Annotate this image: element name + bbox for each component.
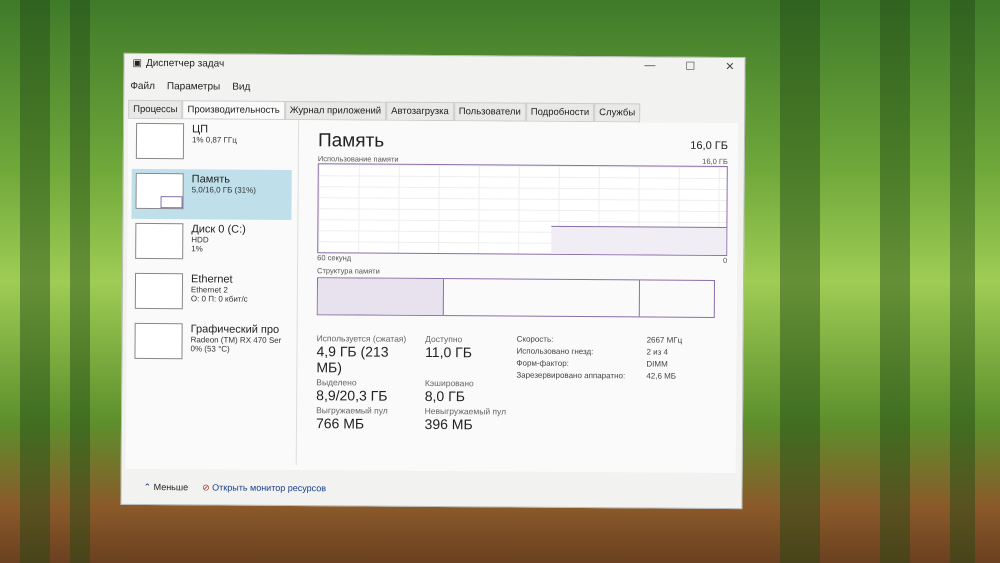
stat-value: 4,9 ГБ (213 МБ) xyxy=(316,343,389,376)
item-sub: 1% 0,87 ГГц xyxy=(191,135,237,145)
stat-value: 8,9/20,3 ГБ xyxy=(316,387,388,404)
prop-label: Скорость: xyxy=(516,334,554,344)
item-name: Память xyxy=(191,173,231,186)
sidebar-item-disk[interactable]: Диск 0 (C:) HDD 1% xyxy=(131,219,291,270)
app-icon: ▣ xyxy=(132,57,143,69)
stat-label: Используется (сжатая) xyxy=(316,333,407,344)
item-sub: 0% (53 °C) xyxy=(190,344,230,354)
tab-app-history[interactable]: Журнал приложений xyxy=(284,100,387,120)
item-sub: Ethernet 2 xyxy=(190,285,228,295)
item-sub: 5,0/16,0 ГБ (31%) xyxy=(191,185,256,195)
item-sub: 1% xyxy=(191,244,203,254)
free-segment xyxy=(640,280,714,317)
tab-details[interactable]: Подробности xyxy=(525,102,595,122)
fewer-details-button[interactable]: ⌃ Меньше xyxy=(144,482,189,493)
menu-file[interactable]: Файл xyxy=(130,81,155,92)
disk-thumbnail xyxy=(135,222,184,260)
minimize-button[interactable]: — xyxy=(644,59,655,72)
time-label: 60 секунд xyxy=(317,253,352,263)
standby-segment xyxy=(443,279,641,317)
sidebar-item-cpu[interactable]: ЦП 1% 0,87 ГГц xyxy=(132,119,292,170)
tab-services[interactable]: Службы xyxy=(594,103,641,122)
fewer-details-label: Меньше xyxy=(153,482,189,493)
stat-value: 766 МБ xyxy=(315,415,365,432)
tab-performance[interactable]: Производительность xyxy=(182,100,285,119)
tab-users[interactable]: Пользователи xyxy=(453,102,526,121)
stat-label: Доступно xyxy=(425,333,463,345)
gpu-thumbnail xyxy=(134,322,183,360)
stat-label: Кэшировано xyxy=(424,377,474,389)
memory-usage-graph xyxy=(317,163,728,257)
menu-view[interactable]: Вид xyxy=(232,82,250,93)
task-manager-window: ▣ Диспетчер задач — ☐ ✕ Файл Параметры Вид … xyxy=(120,52,746,510)
total-memory: 16,0 ГБ xyxy=(690,139,728,153)
memory-usage-fill xyxy=(550,225,727,256)
resource-monitor-label: Открыть монитор ресурсов xyxy=(212,482,327,494)
ethernet-thumbnail xyxy=(134,272,184,310)
stat-value: 8,0 ГБ xyxy=(424,387,465,405)
prop-label: Использовано гнезд: xyxy=(516,346,594,357)
in-use-segment xyxy=(317,278,445,316)
stat-value: 396 МБ xyxy=(424,415,473,433)
prop-value: DIMM xyxy=(646,359,668,369)
memory-structure-bar xyxy=(316,277,716,318)
menu-options[interactable]: Параметры xyxy=(167,81,220,92)
tab-startup[interactable]: Автозагрузка xyxy=(386,101,454,121)
item-name: Диск 0 (C:) xyxy=(191,223,246,236)
item-name: ЦП xyxy=(192,123,209,136)
prop-value: 2667 МГц xyxy=(646,335,683,345)
sidebar-item-ethernet[interactable]: Ethernet Ethernet 2 О: 0 П: 0 кбит/с xyxy=(131,269,291,320)
stat-label: Выгружаемый пул xyxy=(316,405,388,416)
stat-label: Невыгружаемый пул xyxy=(424,405,507,417)
resource-monitor-icon: ⊘ xyxy=(202,482,210,493)
open-resource-monitor-link[interactable]: ⊘ Открыть монитор ресурсов xyxy=(202,482,326,494)
usage-max: 16,0 ГБ xyxy=(702,156,728,167)
sidebar-item-gpu[interactable]: Графический про Radeon (TM) RX 470 Ser 0% … xyxy=(130,319,290,370)
chevron-up-icon: ⌃ xyxy=(143,481,152,493)
tab-processes[interactable]: Процессы xyxy=(128,99,183,119)
page-title: Память xyxy=(317,130,385,152)
item-sub: О: 0 П: 0 кбит/с xyxy=(190,294,248,304)
zero-label: 0 xyxy=(722,256,728,266)
stat-label: Выделено xyxy=(316,377,357,388)
window-title: Диспетчер задач xyxy=(145,57,225,70)
prop-label: Зарезервировано аппаратно: xyxy=(516,370,626,381)
prop-value: 42,6 МБ xyxy=(646,371,677,381)
close-button[interactable]: ✕ xyxy=(725,60,734,73)
item-name: Ethernet xyxy=(190,273,233,286)
item-sub: HDD xyxy=(191,235,209,245)
prop-label: Форм-фактор: xyxy=(516,358,569,368)
cpu-thumbnail xyxy=(135,122,185,160)
prop-value: 2 из 4 xyxy=(646,347,669,357)
sidebar-item-memory[interactable]: Память 5,0/16,0 ГБ (31%) xyxy=(131,168,292,221)
structure-label: Структура памяти xyxy=(317,266,380,276)
maximize-button[interactable]: ☐ xyxy=(685,60,695,73)
item-name: Графический про xyxy=(190,323,280,336)
memory-thumbnail xyxy=(135,172,184,210)
stat-value: 11,0 ГБ xyxy=(425,343,473,361)
title-bar: ▣ Диспетчер задач xyxy=(132,58,224,70)
